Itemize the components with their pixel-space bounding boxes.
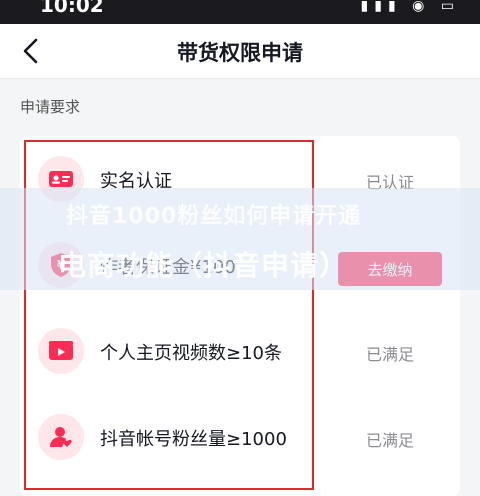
requirement-status: 已认证 (365, 173, 414, 192)
requirement-label: 作者保证金¥100 (100, 257, 236, 278)
requirement-label: 个人主页视频数≥10条 (100, 343, 282, 364)
requirement-label: 实名认证 (100, 171, 172, 192)
svg-text:¥: ¥ (57, 258, 66, 272)
requirements-card: 实名认证 已认证 ¥ 作者保证金¥100 个人主页视频数≥10条 已满足 抖音帐… (20, 136, 460, 496)
requirement-row-fans: 抖音帐号粉丝量≥1000 已满足 (20, 394, 460, 480)
fans-icon (38, 414, 84, 460)
nav-bar: 带货权限申请 (0, 24, 480, 79)
page-title: 带货权限申请 (177, 41, 303, 65)
pay-deposit-button[interactable]: 去缴纳 (338, 252, 442, 286)
requirement-status: 已满足 (365, 345, 414, 364)
id-card-icon (38, 156, 84, 202)
requirement-row-real-name: 实名认证 已认证 (20, 136, 460, 222)
requirement-label: 抖音帐号粉丝量≥1000 (100, 429, 287, 450)
requirement-row-videos: 个人主页视频数≥10条 已满足 (20, 308, 460, 394)
deposit-shield-icon: ¥ (38, 242, 84, 288)
section-title: 申请要求 (20, 98, 81, 116)
status-bar: 10:02 ▮▮▮ ◉ ▭ (0, 0, 480, 24)
video-icon (38, 328, 84, 374)
status-time: 10:02 (40, 0, 104, 17)
status-icons: ▮▮▮ ◉ ▭ (360, 0, 460, 14)
requirement-status: 已满足 (365, 431, 414, 450)
